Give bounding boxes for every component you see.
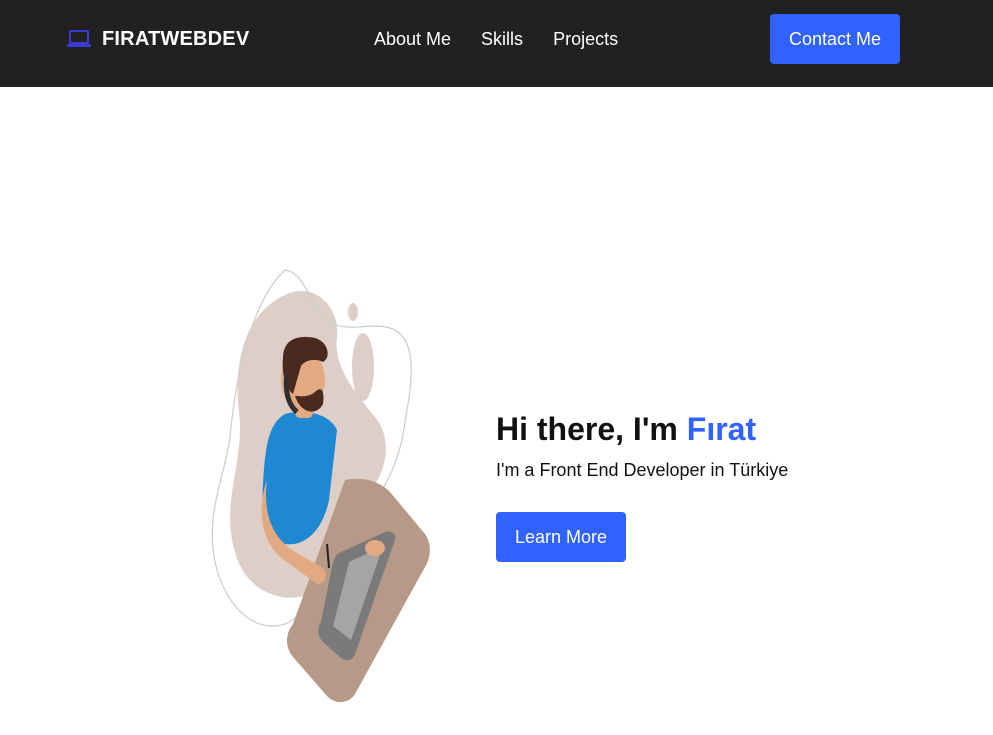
learn-more-button[interactable]: Learn More (496, 512, 626, 562)
hero-greeting: Hi there, I'm (496, 411, 687, 447)
hero-title: Hi there, I'm Fırat (496, 408, 936, 450)
navbar: FIRATWEBDEV About Me Skills Projects Con… (0, 0, 993, 87)
developer-at-laptop-illustration (211, 269, 430, 703)
nav-menu: About Me Skills Projects (374, 27, 618, 51)
contact-me-button[interactable]: Contact Me (770, 14, 900, 64)
nav-link-projects[interactable]: Projects (553, 27, 618, 51)
nav-link-about-me[interactable]: About Me (374, 27, 451, 51)
hero-text-block: Hi there, I'm Fırat I'm a Front End Deve… (496, 408, 936, 562)
nav-link-skills[interactable]: Skills (481, 27, 523, 51)
hero-subtitle: I'm a Front End Developer in Türkiye (496, 460, 789, 480)
brand-logo[interactable]: FIRATWEBDEV (66, 26, 249, 52)
brand-name: FIRATWEBDEV (102, 27, 250, 50)
hero-name: Fırat (686, 411, 757, 447)
laptop-icon (67, 30, 91, 47)
